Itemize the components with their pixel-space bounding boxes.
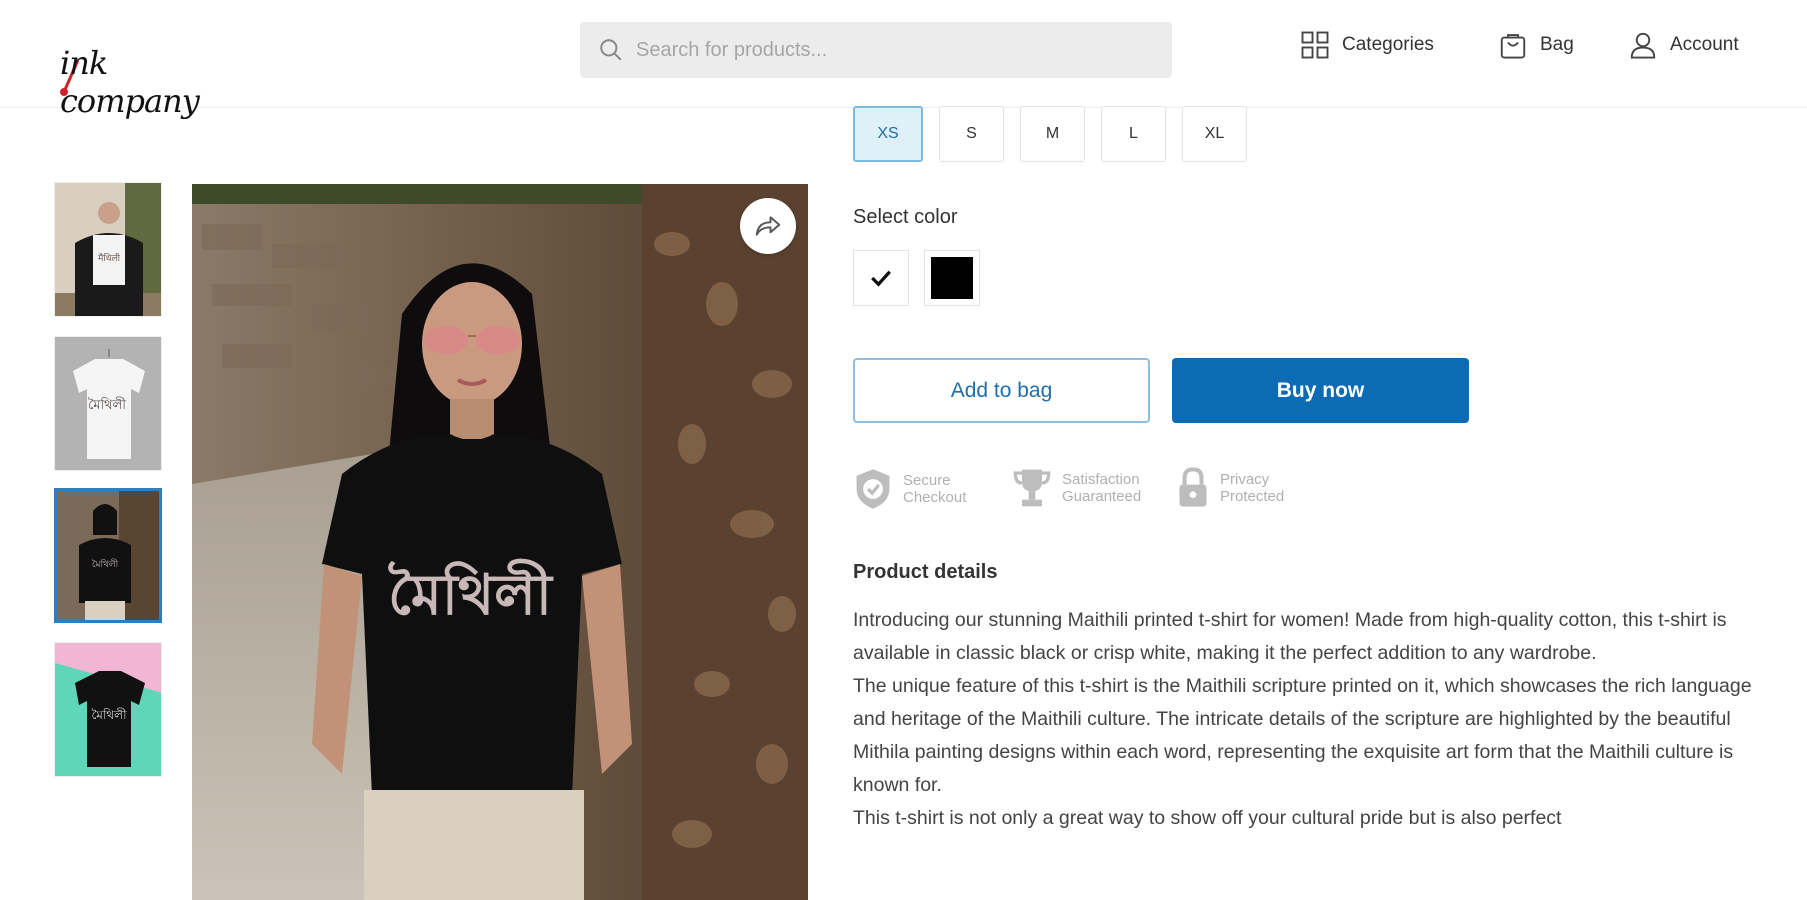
nav-categories-label: Categories — [1342, 34, 1434, 55]
add-to-bag-button[interactable]: Add to bag — [853, 358, 1150, 423]
badge-text: Satisfaction Guaranteed — [1062, 471, 1141, 505]
svg-text:মৈথিলী: মৈথিলী — [91, 708, 127, 722]
thumbnail-image: মৈথিলী — [55, 643, 161, 776]
shield-check-icon — [856, 469, 890, 509]
logo-text: ink company — [60, 44, 200, 120]
product-details-heading: Product details — [853, 561, 998, 583]
badge-satisfaction: Satisfaction Guaranteed — [1012, 466, 1141, 510]
description-paragraph: Introducing our stunning Maithili printe… — [853, 609, 1727, 664]
site-logo[interactable]: ink company — [52, 18, 252, 120]
product-description: Introducing our stunning Maithili printe… — [853, 604, 1753, 835]
share-button[interactable] — [740, 198, 796, 254]
nav-bag[interactable]: Bag — [1498, 30, 1574, 60]
svg-text:মৈথিলী: মৈথিলী — [92, 558, 119, 570]
main-product-image[interactable]: মৈথিলী — [192, 184, 808, 900]
size-selector: XS S M L XL — [853, 106, 1247, 162]
thumbnail-3[interactable]: মৈথিলী — [54, 488, 162, 623]
svg-text:मैथिली: मैथिली — [98, 252, 121, 264]
description-paragraph: The unique feature of this t-shirt is th… — [853, 675, 1752, 796]
bag-icon — [1500, 34, 1526, 59]
site-header: ink company Categories Bag Account — [0, 0, 1807, 120]
badge-line2: Checkout — [903, 489, 967, 506]
color-swatch-black[interactable] — [924, 250, 980, 306]
grid-icon — [1301, 31, 1329, 59]
thumbnail-1[interactable]: मैथिली — [54, 182, 162, 317]
search-bar[interactable] — [580, 22, 1172, 78]
user-icon — [1630, 32, 1656, 59]
tshirt-print-text: মৈথিলী — [388, 559, 554, 628]
color-swatch-white[interactable] — [853, 250, 909, 306]
badge-line1: Secure — [903, 472, 951, 489]
size-option-xl[interactable]: XL — [1182, 106, 1247, 162]
size-option-xs[interactable]: XS — [853, 106, 923, 162]
thumbnail-2[interactable]: মৈথিলী — [54, 336, 162, 471]
share-icon — [755, 216, 781, 236]
nav-categories[interactable]: Categories — [1300, 30, 1434, 60]
badge-line1: Satisfaction — [1062, 471, 1140, 488]
badge-secure-checkout: Secure Checkout — [853, 466, 966, 512]
nav-account[interactable]: Account — [1628, 30, 1739, 60]
check-icon — [871, 270, 891, 287]
search-input[interactable] — [636, 38, 1136, 62]
size-option-m[interactable]: M — [1020, 106, 1085, 162]
color-fill — [931, 257, 973, 299]
thumbnail-image: মৈথিলী — [55, 337, 161, 470]
svg-text:মৈথিলী: মৈথিলী — [88, 397, 126, 413]
size-option-l[interactable]: L — [1101, 106, 1166, 162]
color-label: Select color — [853, 206, 958, 228]
badge-line1: Privacy — [1220, 471, 1270, 488]
badge-privacy: Privacy Protected — [1176, 466, 1284, 510]
thumbnail-image: মৈথিলী — [57, 491, 159, 620]
badge-text: Privacy Protected — [1220, 471, 1284, 505]
description-paragraph: This t-shirt is not only a great way to … — [853, 807, 1562, 829]
nav-bag-label: Bag — [1540, 34, 1574, 55]
trophy-icon — [1013, 469, 1051, 507]
badge-line2: Protected — [1220, 488, 1285, 505]
buy-now-button[interactable]: Buy now — [1172, 358, 1469, 423]
size-option-s[interactable]: S — [939, 106, 1004, 162]
badge-text: Secure Checkout — [903, 472, 966, 506]
badge-line2: Guaranteed — [1062, 488, 1142, 505]
lock-icon — [1179, 467, 1207, 507]
thumbnail-image: मैथिली — [55, 183, 161, 316]
product-photo: মৈথিলী — [192, 184, 808, 900]
thumbnail-4[interactable]: মৈথিলী — [54, 642, 162, 777]
nav-account-label: Account — [1670, 34, 1739, 55]
search-icon — [600, 39, 622, 61]
